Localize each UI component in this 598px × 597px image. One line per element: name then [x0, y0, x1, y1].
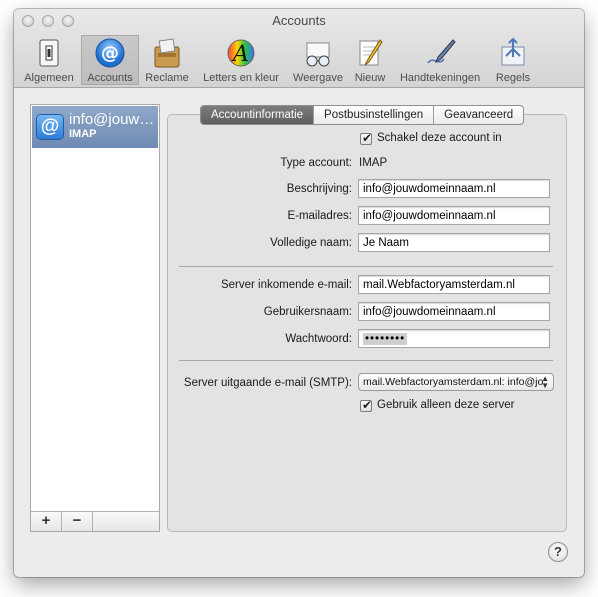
help-button[interactable]: ?	[548, 542, 568, 562]
updown-arrows-icon: ▲ ▼	[541, 374, 549, 390]
tab-geavanceerd[interactable]: Geavanceerd	[433, 106, 523, 124]
junk-mail-icon	[151, 37, 183, 69]
rules-icon	[497, 37, 529, 69]
only-this-server-label: Gebruik alleen deze server	[377, 399, 515, 411]
description-label: Beschrijving:	[286, 183, 352, 195]
toolbar-label: Handtekeningen	[399, 72, 481, 84]
username-field[interactable]: info@jouwdomeinnaam.nl	[358, 302, 550, 321]
email-field[interactable]: info@jouwdomeinnaam.nl	[358, 206, 550, 225]
toolbar-nieuw[interactable]: Nieuw	[350, 35, 390, 85]
divider	[179, 266, 553, 267]
smtp-server-popup[interactable]: mail.Webfactoryamsterdam.nl: info@jo ▲ ▼	[358, 373, 554, 391]
account-type-label: Type account:	[280, 157, 352, 169]
title-bar: Accounts Algemeen @ Accounts Reclame A L…	[14, 9, 584, 88]
smtp-server-label: Server uitgaande e-mail (SMTP):	[183, 377, 352, 389]
toolbar-label: Accounts	[87, 72, 133, 84]
incoming-server-label: Server inkomende e-mail:	[220, 279, 352, 291]
toolbar-label: Nieuw	[354, 72, 386, 84]
toolbar-weergave[interactable]: Weergave	[289, 35, 347, 85]
account-list-footer: + −	[31, 511, 159, 531]
tab-accountinformatie[interactable]: Accountinformatie	[201, 106, 314, 124]
svg-text:@: @	[101, 43, 119, 64]
toolbar-accounts[interactable]: @ Accounts	[81, 35, 139, 85]
account-type: IMAP	[69, 128, 97, 140]
account-item[interactable]: @ info@jouw… IMAP	[32, 106, 158, 148]
segmented-tabs: Accountinformatie Postbusinstellingen Ge…	[200, 105, 525, 125]
toolbar-handtekeningen[interactable]: Handtekeningen	[394, 35, 486, 85]
description-field[interactable]: info@jouwdomeinnaam.nl	[358, 179, 550, 198]
email-label: E-mailadres:	[287, 210, 352, 222]
divider	[179, 360, 553, 361]
signature-pen-icon	[424, 37, 456, 69]
toolbar-label: Reclame	[145, 72, 189, 84]
incoming-server-field[interactable]: mail.Webfactoryamsterdam.nl	[358, 275, 550, 294]
add-account-button[interactable]: +	[31, 512, 62, 531]
account-name: info@jouw…	[69, 111, 155, 128]
remove-account-button[interactable]: −	[62, 512, 93, 531]
toolbar-label: Regels	[495, 72, 531, 84]
enable-account-label: Schakel deze account in	[377, 132, 502, 144]
account-type-value: IMAP	[359, 157, 388, 169]
svg-text:A: A	[231, 42, 249, 67]
tab-postbusinstellingen[interactable]: Postbusinstellingen	[313, 106, 433, 124]
at-sign-icon: @	[94, 37, 126, 69]
password-label: Wachtwoord:	[285, 333, 352, 345]
password-field[interactable]: ••••••••	[358, 329, 550, 348]
only-this-server-checkbox[interactable]	[360, 398, 372, 412]
username-label: Gebruikersnaam:	[263, 306, 352, 318]
fullname-field[interactable]: Je Naam	[358, 233, 550, 252]
password-value: ••••••••	[363, 333, 408, 345]
window-title: Accounts	[272, 13, 326, 28]
toolbar-letters-en-kleur[interactable]: A Letters en kleur	[197, 35, 285, 85]
toolbar-label: Weergave	[293, 72, 343, 84]
composing-pencil-icon	[354, 37, 386, 69]
toolbar-label: Letters en kleur	[203, 72, 279, 84]
toolbar-regels[interactable]: Regels	[488, 35, 538, 85]
account-detail-panel	[167, 114, 567, 532]
preferences-window: Accounts Algemeen @ Accounts Reclame A L…	[14, 9, 584, 577]
toolbar-label: Algemeen	[24, 72, 74, 84]
smtp-server-value: mail.Webfactoryamsterdam.nl: info@jo	[363, 376, 544, 388]
imap-account-icon: @	[37, 115, 63, 139]
switch-icon	[33, 37, 65, 69]
fonts-colors-icon: A	[225, 37, 257, 69]
account-list[interactable]: @ info@jouw… IMAP + −	[30, 104, 160, 532]
viewing-glasses-icon	[302, 37, 334, 69]
fullname-label: Volledige naam:	[270, 237, 352, 249]
enable-account-checkbox[interactable]	[360, 131, 372, 145]
toolbar-reclame[interactable]: Reclame	[141, 35, 193, 85]
toolbar-algemeen[interactable]: Algemeen	[19, 35, 79, 85]
